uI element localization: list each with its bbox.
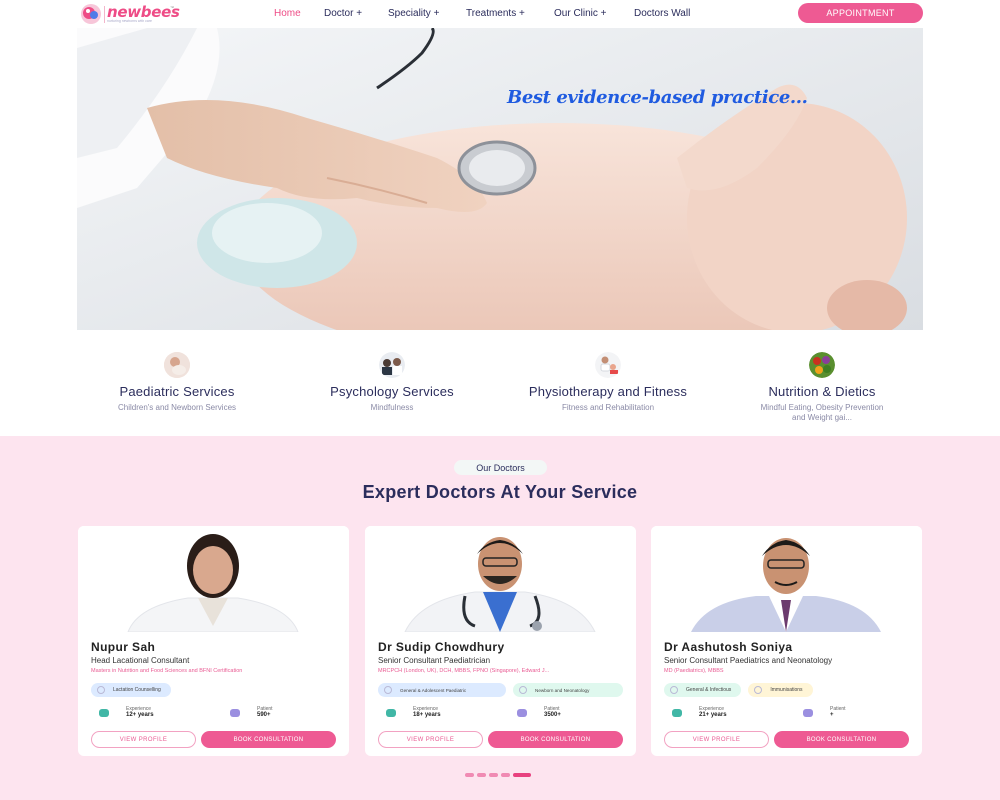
view-profile-button[interactable]: VIEW PROFILE [378, 731, 483, 748]
counselling-icon [379, 352, 405, 378]
hero-banner: Best evidence-based practice... [77, 28, 923, 330]
nav-doctor[interactable]: Doctor + [324, 8, 362, 19]
appointment-button[interactable]: APPOINTMENT [798, 3, 923, 23]
doctor-role: Senior Consultant Paediatrics and Neonat… [664, 656, 833, 665]
doctor-name: Dr Sudip Chowdhury [378, 640, 505, 654]
speciality-tag: Lactation Counselling [91, 683, 171, 697]
service-subtitle: Mindfulness [370, 403, 414, 412]
nav-treatments[interactable]: Treatments + [466, 8, 525, 19]
service-paediatric[interactable]: Paediatric Services Children's and Newbo… [67, 352, 287, 413]
brand-tagline: nurturing newborns with care [107, 19, 152, 23]
briefcase-icon [672, 708, 682, 717]
tag-icon [519, 686, 527, 694]
speciality-tags: Lactation Counselling [91, 683, 171, 697]
doctor-role: Head Lacational Consultant [91, 656, 190, 665]
patient-stat: Patient + [803, 706, 846, 719]
patients-icon [803, 708, 813, 717]
doctor-photo [365, 526, 636, 632]
speciality-tags: General & Adolescent Paediatric Newborn … [378, 683, 623, 697]
vegetables-icon [809, 352, 835, 378]
book-consultation-button[interactable]: BOOK CONSULTATION [488, 731, 623, 748]
nav-doctors-wall[interactable]: Doctors Wall [634, 8, 690, 19]
doctor-name: Nupur Sah [91, 640, 156, 654]
patient-value: 3500+ [544, 712, 561, 718]
carousel-pagination [465, 773, 531, 777]
briefcase-icon [99, 708, 109, 717]
logo-separator [104, 6, 105, 23]
mother-baby-icon [164, 352, 190, 378]
service-title: Paediatric Services [119, 384, 235, 399]
section-eyebrow: Our Doctors [454, 460, 547, 475]
doctor-card[interactable]: Dr Aashutosh Soniya Senior Consultant Pa… [651, 526, 922, 756]
hero-headline: Best evidence-based practice... [507, 87, 808, 108]
experience-stat: Experience 18+ years [386, 706, 441, 719]
book-consultation-button[interactable]: BOOK CONSULTATION [201, 731, 336, 748]
view-profile-button[interactable]: VIEW PROFILE [91, 731, 196, 748]
doctor-qualifications: MD (Paediatrics), MBBS [664, 668, 724, 674]
experience-value: 12+ years [126, 712, 154, 718]
speciality-tags: General & Infectious Immunisations [664, 683, 813, 697]
logo-mark-icon [81, 4, 101, 24]
service-title: Nutrition & Dietics [768, 384, 876, 399]
patients-icon [517, 708, 527, 717]
carousel-dot[interactable] [489, 773, 498, 777]
doctor-qualifications: Masters in Nutrition and Food Sciences a… [91, 668, 243, 674]
service-subtitle: Mindful Eating, Obesity Prevention and W… [760, 403, 884, 422]
newbees-logo[interactable]: newbees ™ nurturing newborns with care [80, 3, 180, 25]
service-physiotherapy[interactable]: Physiotherapy and Fitness Fitness and Re… [498, 352, 718, 413]
service-title: Psychology Services [330, 384, 454, 399]
doctor-photo [651, 526, 922, 632]
brand-trademark: ™ [170, 5, 174, 10]
experience-stat: Experience 12+ years [99, 706, 154, 719]
section-title: Expert Doctors At Your Service [362, 482, 638, 502]
nav-home[interactable]: Home [274, 8, 301, 19]
briefcase-icon [386, 708, 396, 717]
service-subtitle: Children's and Newborn Services [117, 403, 237, 412]
speciality-tag: Newborn and Neonatology [513, 683, 623, 697]
carousel-dot[interactable] [477, 773, 486, 777]
doctor-card[interactable]: Dr Sudip Chowdhury Senior Consultant Pae… [365, 526, 636, 756]
services-strip: Paediatric Services Children's and Newbo… [0, 330, 1000, 436]
patients-icon [230, 708, 240, 717]
hero-image [77, 28, 923, 330]
speciality-tag: Immunisations [748, 683, 813, 697]
service-subtitle: Fitness and Rehabilitation [561, 403, 655, 412]
speciality-tag: General & Infectious [664, 683, 742, 697]
physio-icon [595, 352, 621, 378]
patient-stat: Patient 590+ [230, 706, 273, 719]
experience-value: 21+ years [699, 712, 727, 718]
view-profile-button[interactable]: VIEW PROFILE [664, 731, 769, 748]
experience-value: 18+ years [413, 712, 441, 718]
doctor-card[interactable]: Nupur Sah Head Lacational Consultant Mas… [78, 526, 349, 756]
doctor-qualifications: MRCPCH (London, UK), DCH, MBBS, FPNO (Si… [378, 668, 550, 674]
experience-stat: Experience 21+ years [672, 706, 727, 719]
carousel-dot[interactable] [501, 773, 510, 777]
doctors-section: Our Doctors Expert Doctors At Your Servi… [0, 436, 1000, 800]
top-navbar: newbees ™ nurturing newborns with care H… [0, 0, 1000, 28]
doctor-role: Senior Consultant Paediatrician [378, 656, 491, 665]
nav-our-clinic[interactable]: Our Clinic + [554, 8, 607, 19]
patient-value: + [830, 712, 834, 718]
service-title: Physiotherapy and Fitness [528, 384, 688, 399]
doctor-name: Dr Aashutosh Soniya [664, 640, 793, 654]
carousel-dot-active[interactable] [513, 773, 531, 777]
tag-icon [670, 686, 678, 694]
book-consultation-button[interactable]: BOOK CONSULTATION [774, 731, 909, 748]
service-nutrition[interactable]: Nutrition & Dietics Mindful Eating, Obes… [712, 352, 932, 423]
patient-stat: Patient 3500+ [517, 706, 561, 719]
service-psychology[interactable]: Psychology Services Mindfulness [282, 352, 502, 413]
nav-speciality[interactable]: Speciality + [388, 8, 439, 19]
doctor-photo [78, 526, 349, 632]
tag-icon [97, 686, 105, 694]
patient-value: 590+ [257, 712, 271, 718]
tag-icon [384, 686, 392, 694]
tag-icon [754, 686, 763, 694]
carousel-dot[interactable] [465, 773, 474, 777]
speciality-tag: General & Adolescent Paediatric [378, 683, 506, 697]
